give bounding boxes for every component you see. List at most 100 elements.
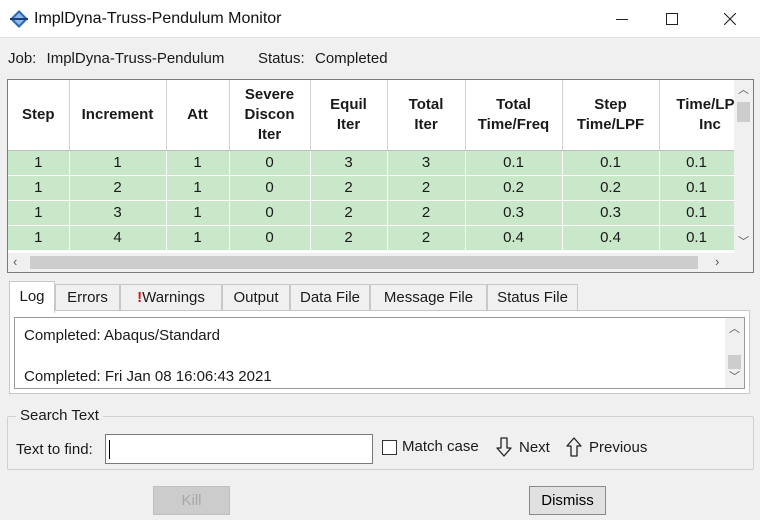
log-vertical-scrollbar[interactable]: ︿ ﹀ — [725, 318, 744, 388]
table-cell: 0.1 — [562, 150, 660, 176]
tab-label: Log — [19, 288, 45, 305]
minimize-icon — [616, 19, 628, 20]
table-vertical-scrollbar[interactable]: ︿ ﹀ — [734, 80, 753, 253]
table-cell: 2 — [310, 225, 388, 251]
window-title: ImplDyna-Truss-Pendulum Monitor — [34, 10, 282, 27]
increment-grid: Step Increment Att Severe Discon Iter Eq… — [8, 80, 735, 251]
col-header-step-time-lpf[interactable]: Step Time/LPF — [562, 80, 660, 151]
header-text: Step Time/LPF — [576, 95, 645, 133]
scroll-left-icon[interactable]: ‹ — [13, 255, 17, 268]
kill-button[interactable]: Kill — [153, 486, 230, 515]
search-group-legend: Search Text — [16, 407, 103, 424]
tab-data-file[interactable]: Data File — [290, 284, 370, 312]
title-bar[interactable]: ImplDyna-Truss-Pendulum Monitor — [0, 0, 760, 38]
next-button[interactable]: Next — [519, 439, 550, 456]
scroll-down-icon[interactable]: ﹀ — [729, 371, 740, 383]
table-cell: 0.3 — [465, 200, 563, 226]
table-cell: 0.1 — [465, 150, 563, 176]
col-header-equil-iter[interactable]: Equil Iter — [310, 80, 388, 151]
table-cell: 2 — [69, 175, 167, 201]
match-case-label[interactable]: Match case — [402, 438, 479, 455]
table-cell: 2 — [387, 175, 466, 201]
table-cell: 2 — [310, 200, 388, 226]
tab-status-file[interactable]: Status File — [487, 284, 578, 312]
scroll-right-icon[interactable]: › — [715, 255, 719, 268]
job-name: ImplDyna-Truss-Pendulum — [46, 50, 225, 67]
table-cell: 3 — [310, 150, 388, 176]
tab-log[interactable]: Log — [9, 281, 55, 313]
header-text: Equil Iter — [330, 95, 367, 133]
table-cell: 1 — [8, 225, 70, 251]
table-row[interactable]: 1 4 1 0 2 2 0.4 0.4 0.1 — [8, 225, 735, 251]
table-cell: 0.4 — [465, 225, 563, 251]
abaqus-logo-icon — [10, 10, 28, 28]
table-cell: 1 — [8, 150, 70, 176]
previous-button[interactable]: Previous — [589, 439, 647, 456]
log-panel: Completed: Abaqus/Standard Completed: Fr… — [9, 310, 750, 394]
table-cell: 1 — [8, 200, 70, 226]
scrollbar-thumb[interactable] — [737, 102, 750, 122]
text-cursor — [109, 440, 110, 459]
col-header-total-time-freq[interactable]: Total Time/Freq — [465, 80, 563, 151]
table-cell: 4 — [69, 225, 167, 251]
tab-errors[interactable]: Errors — [55, 284, 120, 312]
table-row[interactable]: 1 1 1 0 3 3 0.1 0.1 0.1 — [8, 150, 735, 176]
log-line: Completed: Abaqus/Standard — [24, 327, 220, 344]
col-header-severe-discon-iter[interactable]: Severe Discon Iter — [229, 80, 311, 151]
scroll-up-icon[interactable]: ︿ — [738, 84, 749, 96]
header-text: Total Iter — [408, 95, 444, 133]
scrollbar-thumb[interactable] — [728, 355, 741, 369]
table-cell: 0 — [229, 150, 311, 176]
match-case-checkbox[interactable] — [382, 440, 397, 455]
close-button[interactable] — [707, 4, 753, 34]
find-label: Text to find: — [16, 441, 93, 458]
table-row[interactable]: 1 3 1 0 2 2 0.3 0.3 0.1 — [8, 200, 735, 226]
col-header-total-iter[interactable]: Total Iter — [387, 80, 466, 151]
table-cell: 0.3 — [562, 200, 660, 226]
maximize-button[interactable] — [649, 4, 695, 34]
dismiss-button[interactable]: Dismiss — [529, 486, 606, 515]
find-input[interactable] — [105, 434, 373, 464]
log-text-area[interactable]: Completed: Abaqus/Standard Completed: Fr… — [14, 317, 745, 389]
table-cell: 0.2 — [465, 175, 563, 201]
maximize-icon — [666, 13, 678, 25]
tab-output[interactable]: Output — [222, 284, 290, 312]
minimize-button[interactable] — [599, 4, 645, 34]
table-row[interactable]: 1 2 1 0 2 2 0.2 0.2 0.1 — [8, 175, 735, 201]
table-cell: 0.2 — [562, 175, 660, 201]
table-cell: 0 — [229, 225, 311, 251]
job-label: Job: — [8, 50, 37, 67]
tab-warnings[interactable]: !Warnings — [120, 284, 222, 312]
tab-message-file[interactable]: Message File — [370, 284, 487, 312]
log-line: Completed: Fri Jan 08 16:06:43 2021 — [24, 368, 272, 385]
col-header-step[interactable]: Step — [8, 80, 70, 151]
table-cell: 0 — [229, 175, 311, 201]
close-icon — [724, 13, 736, 25]
header-text: Total Time/Freq — [477, 95, 550, 133]
tab-label: Data File — [299, 289, 361, 306]
job-info: Job: ImplDyna-Truss-Pendulum — [8, 50, 224, 67]
scroll-up-icon[interactable]: ︿ — [729, 323, 740, 335]
table-cell: 2 — [387, 200, 466, 226]
col-header-increment[interactable]: Increment — [69, 80, 167, 151]
status-label: Status: — [258, 50, 305, 67]
header-text: Time/LPF Inc — [676, 95, 734, 133]
table-cell: 0.4 — [562, 225, 660, 251]
col-header-time-lpf-inc[interactable]: Time/LPF Inc — [659, 80, 735, 151]
header-text: Severe Discon Iter — [244, 85, 295, 143]
tab-label: Status File — [497, 289, 568, 306]
increment-table[interactable]: Step Increment Att Severe Discon Iter Eq… — [7, 79, 754, 273]
arrow-down-icon[interactable] — [496, 437, 512, 457]
scrollbar-thumb[interactable] — [30, 256, 698, 269]
table-horizontal-scrollbar[interactable]: ‹ › — [8, 253, 753, 272]
tab-label: Message File — [383, 289, 474, 306]
table-cell: 3 — [387, 150, 466, 176]
arrow-up-icon[interactable] — [566, 437, 582, 457]
scroll-down-icon[interactable]: ﹀ — [738, 236, 749, 248]
table-cell: 0.1 — [659, 175, 735, 201]
col-header-att[interactable]: Att — [166, 80, 230, 151]
table-cell: 1 — [166, 150, 230, 176]
table-cell: 1 — [8, 175, 70, 201]
tab-label: Warnings — [142, 289, 205, 306]
table-cell: 2 — [310, 175, 388, 201]
